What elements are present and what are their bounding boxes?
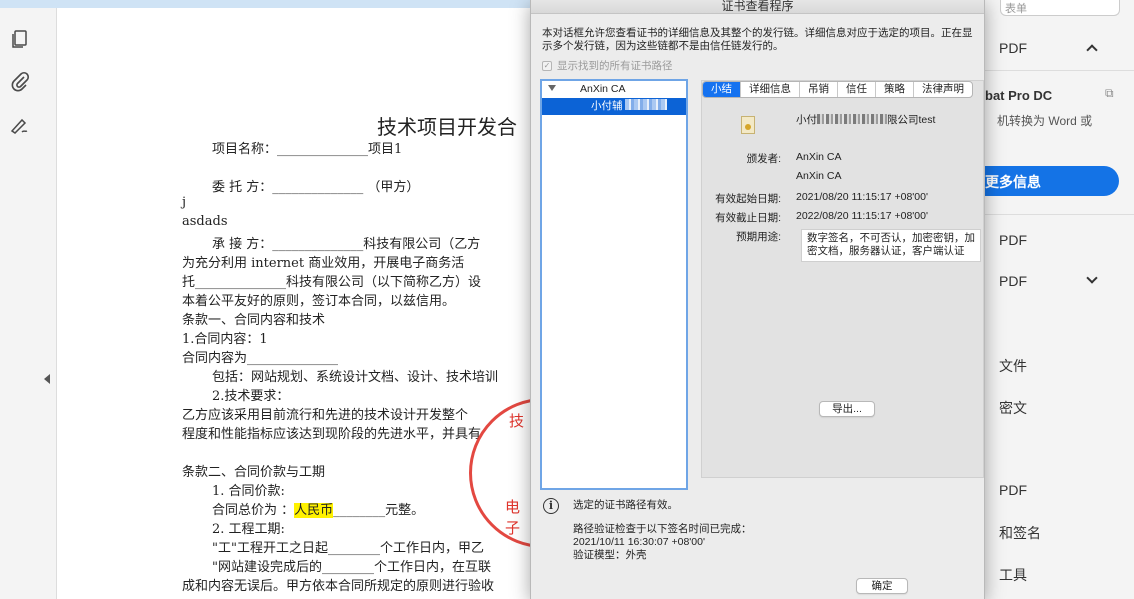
panel-item[interactable]: 文件 xyxy=(999,356,1027,376)
doc-line: 托______________科技有限公司（以下简称乙方）设 xyxy=(182,275,482,290)
panel-item[interactable]: PDF xyxy=(999,273,1027,289)
doc-line: 2. 工程工期: xyxy=(212,522,285,537)
subject-prefix: 小付 xyxy=(796,114,817,126)
price-prefix: 合同总价为 ： xyxy=(212,503,295,518)
doc-line: 委 托 方：______________ （甲方） xyxy=(212,180,420,195)
panel-item[interactable]: 密文 xyxy=(999,398,1027,418)
valid-to-label: 有效截止日期: xyxy=(715,212,781,224)
usage-label: 预期用途: xyxy=(736,231,781,243)
document-page: 技术项目开发合 项目名称：______________项目1 委 托 方：___… xyxy=(57,8,530,599)
doc-line: 成和内容无误后。甲方依本合同所规定的原则进行验收 xyxy=(182,579,495,594)
issuer-value-2: AnXin CA xyxy=(796,170,842,182)
valid-from-value: 2021/08/20 11:15:17 +08'00' xyxy=(796,191,928,203)
tree-item-label: AnXin CA xyxy=(580,83,626,95)
export-button[interactable]: 导出... xyxy=(819,401,875,417)
doc-line: 2.技术要求： xyxy=(212,389,290,404)
collapse-rail-icon[interactable] xyxy=(44,374,50,384)
doc-line: j xyxy=(182,195,187,210)
learn-more-button[interactable]: 更多信息 xyxy=(975,166,1119,196)
panel-search-input[interactable]: 表单 xyxy=(1000,0,1120,16)
tab-policies[interactable]: 策略 xyxy=(876,82,914,97)
chevron-down-icon[interactable] xyxy=(1086,272,1098,284)
doc-line: 条款一、合同内容和技术 xyxy=(182,313,326,328)
doc-line: 合同内容为______________ xyxy=(182,351,339,366)
price-suffix: ________元整。 xyxy=(333,503,425,518)
tree-item-selected[interactable]: 小付辅 xyxy=(542,98,686,115)
detail-pane xyxy=(701,80,984,478)
issuer-label: 颁发者: xyxy=(746,153,781,165)
right-tools-panel: 表单 PDF bat Pro DC ⧉ 机转换为 Word 或 更多信息 PDF… xyxy=(975,0,1134,599)
doc-line: "工"工程开工之日起________个工作日内，甲乙 xyxy=(212,541,484,556)
issuer-value: AnXin CA xyxy=(796,151,842,163)
doc-line: 1. 合同价款: xyxy=(212,484,285,499)
redacted-text xyxy=(817,114,887,124)
tree-item-label: 小付辅 xyxy=(591,100,623,112)
tab-summary[interactable]: 小结 xyxy=(703,82,741,97)
doc-line: 为充分利用 internet 商业效用，开展电子商务活 xyxy=(182,256,465,271)
certificate-viewer-dialog: 证书查看程序 本对话框允许您查看证书的详细信息及其整个的发行链。详细信息对应于选… xyxy=(530,0,985,599)
show-all-paths-label: 显示找到的所有证书路径 xyxy=(557,60,673,72)
doc-line: 条款二、合同价款与工期 xyxy=(182,465,326,480)
redacted-text xyxy=(625,99,668,110)
chevron-up-icon[interactable] xyxy=(1086,44,1098,56)
doc-line: 本着公平友好的原则，签订本合同，以兹信用。 xyxy=(182,294,456,309)
doc-line: "网站建设完成后的________个工作日内，在互联 xyxy=(212,560,491,575)
attachment-icon[interactable] xyxy=(9,70,31,92)
ok-button[interactable]: 确定 xyxy=(856,578,908,594)
doc-line: 包括：网站规划、系统设计文档、设计、技术培训 xyxy=(212,370,499,385)
tree-item-root[interactable]: AnXin CA xyxy=(542,81,686,98)
dialog-title: 证书查看程序 xyxy=(531,0,984,14)
valid-to-value: 2022/08/20 11:15:17 +08'00' xyxy=(796,210,928,222)
doc-line: asdads xyxy=(182,214,228,229)
certificate-subject: 小付 限公司test xyxy=(796,112,935,127)
panel-item[interactable]: 工具 xyxy=(999,565,1027,585)
doc-title: 技术项目开发合 xyxy=(377,115,517,139)
usage-value: 数字签名，不可否认，加密密钥，加密文档，服务器认证，客户端认证 xyxy=(801,229,981,262)
tab-revocation[interactable]: 吊销 xyxy=(800,82,838,97)
panel-product-name: bat Pro DC xyxy=(985,88,1053,103)
signature-icon[interactable] xyxy=(9,114,31,136)
price-highlight: 人民币 xyxy=(294,503,334,518)
doc-line: 1.合同内容：1 xyxy=(182,332,268,347)
tab-details[interactable]: 详细信息 xyxy=(741,82,800,97)
stamp-text-top: 技 xyxy=(509,412,525,430)
panel-divider xyxy=(985,214,1134,215)
doc-line: 项目名称：______________项目1 xyxy=(212,142,403,157)
pages-icon[interactable] xyxy=(9,28,31,50)
valid-from-label: 有效起始日期: xyxy=(715,193,781,205)
panel-item[interactable]: PDF xyxy=(999,40,1027,56)
panel-item[interactable]: PDF xyxy=(999,232,1027,248)
dialog-description: 本对话框允许您查看证书的详细信息及其整个的发行链。详细信息对应于选定的项目。正在… xyxy=(542,27,973,52)
copy-icon[interactable]: ⧉ xyxy=(1105,86,1114,101)
panel-item[interactable]: PDF xyxy=(999,482,1027,498)
stamp-text: 电 子 xyxy=(505,498,521,537)
panel-desc: 机转换为 Word 或 xyxy=(997,114,1093,128)
status-check-line: 路径验证检查于以下签名时间已完成： xyxy=(573,523,752,535)
certificate-icon xyxy=(741,116,755,134)
tab-legal-notice[interactable]: 法律声明 xyxy=(914,82,972,97)
show-all-paths-checkbox[interactable]: ✓ xyxy=(542,60,552,71)
doc-line: 承 接 方：______________科技有限公司（乙方 xyxy=(212,237,481,252)
status-valid: 选定的证书路径有效。 xyxy=(573,499,678,511)
doc-line: 程度和性能指标应该达到现阶段的先进水平，并具有 xyxy=(182,427,482,442)
disclosure-triangle-icon[interactable] xyxy=(548,85,556,91)
tab-trust[interactable]: 信任 xyxy=(838,82,876,97)
show-all-paths-row: ✓ 显示找到的所有证书路径 xyxy=(542,58,673,73)
left-tool-rail xyxy=(0,8,57,599)
doc-line: 乙方应该采用目前流行和先进的技术设计开发整个 xyxy=(182,408,469,423)
info-icon: i xyxy=(543,498,559,514)
detail-tabs: 小结 详细信息 吊销 信任 策略 法律声明 xyxy=(702,81,973,98)
subject-suffix: 限公司test xyxy=(887,114,936,126)
status-model: 验证模型：外壳 xyxy=(573,549,647,561)
price-line: 合同总价为 ：人民币________元整。 xyxy=(212,499,424,518)
panel-item[interactable]: 和签名 xyxy=(999,523,1041,543)
certificate-chain-tree[interactable]: AnXin CA 小付辅 xyxy=(540,79,688,490)
panel-divider xyxy=(985,70,1134,71)
status-check-time: 2021/10/11 16:30:07 +08'00' xyxy=(573,536,705,548)
